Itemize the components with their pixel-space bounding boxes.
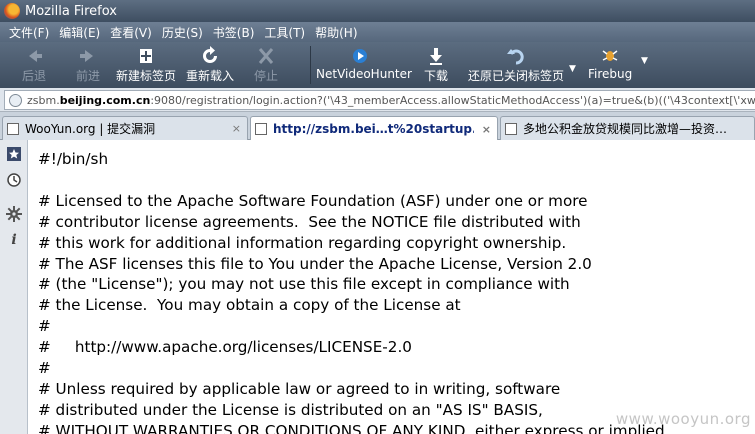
back-arrow-icon [23,46,45,66]
code-line: # (the "License"); you may not use this … [38,275,570,294]
menu-file[interactable]: 文件(F) [4,24,54,41]
netvideohunter-button[interactable]: NetVideoHunter [316,42,412,88]
page-content: #!/bin/sh # Licensed to the Apache Softw… [29,140,755,434]
download-button[interactable]: 下载 [418,42,454,88]
watermark: www.wooyun.org [615,410,751,428]
reload-icon [199,46,221,66]
tab-title: 多地公积金放贷规模同比激增—投资… [523,122,728,136]
history-icon[interactable] [6,172,22,188]
new-tab-icon [135,46,157,66]
restore-tab-label: 还原已关闭标签页 [467,69,564,83]
new-tab-button[interactable]: 新建标签页 [112,42,180,88]
site-identity-icon[interactable] [9,93,22,107]
url-domain: beijing.com.cn [59,93,151,107]
url-prefix: zsbm. [27,93,60,107]
code-line: # the License. You may obtain a copy of … [38,296,461,315]
download-label: 下载 [423,69,448,83]
forward-button[interactable]: 前进 [68,42,108,88]
menu-history[interactable]: 历史(S) [157,24,208,41]
code-line: # Licensed to the Apache Software Founda… [38,191,588,210]
firebug-label: Firebug [588,67,633,81]
tab-startup-sh[interactable]: http://zsbm.bei…t%20startup.sh × [250,116,498,141]
close-icon[interactable]: × [482,123,491,136]
bookmarks-icon[interactable] [6,146,22,162]
tab-news[interactable]: 多地公积金放贷规模同比激增—投资… [500,116,755,140]
tab-title: WooYun.org | 提交漏洞 [25,122,156,136]
stop-button[interactable]: 停止 [246,42,286,88]
menu-view[interactable]: 查看(V) [105,24,157,41]
firefox-logo-icon [4,3,20,19]
code-line: # [38,359,51,378]
script-text: #!/bin/sh # Licensed to the Apache Softw… [38,149,670,434]
download-icon [425,46,447,66]
back-label: 后退 [21,69,46,83]
firebug-dropdown-icon[interactable]: ▼ [641,56,648,66]
tab-bar: WooYun.org | 提交漏洞 × http://zsbm.bei…t%20… [0,112,755,141]
tab-title: http://zsbm.bei…t%20startup.sh [273,122,474,136]
stop-icon [255,46,277,66]
url-rest: :9080/registration/login.action?('\43_me… [150,93,755,107]
menu-bar: 文件(F) 编辑(E) 查看(V) 历史(S) 书签(B) 工具(T) 帮助(H… [0,22,755,42]
window-title: Mozilla Firefox [25,3,117,19]
page-favicon-icon [255,123,267,135]
tab-wooyun[interactable]: WooYun.org | 提交漏洞 × [2,116,248,140]
gear-icon[interactable] [6,206,22,222]
code-line: # The ASF licenses this file to You unde… [38,254,592,273]
code-line: # Unless required by applicable law or a… [38,379,561,398]
code-line: # distributed under the License is distr… [38,400,543,419]
forward-label: 前进 [75,69,100,83]
address-input[interactable]: zsbm. beijing.com.cn:9080/registration/lo… [4,90,755,110]
toolbar-separator [310,46,311,84]
code-line: # [38,317,51,336]
code-line: # http://www.apache.org/licenses/LICENSE… [38,338,412,357]
new-tab-label: 新建标签页 [115,69,176,83]
restore-tab-dropdown-icon[interactable]: ▼ [569,64,576,74]
info-icon[interactable]: i [6,232,22,248]
title-bar: Mozilla Firefox [0,0,755,22]
code-line: # contributor license agreements. See th… [38,212,581,231]
back-button[interactable]: 后退 [14,42,54,88]
reload-label: 重新载入 [185,69,234,83]
forward-arrow-icon [77,46,99,66]
page-favicon-icon [7,122,19,135]
menu-edit[interactable]: 编辑(E) [54,24,105,41]
page-favicon-icon [505,122,517,135]
reload-button[interactable]: 重新载入 [182,42,238,88]
code-line: # this work for additional information r… [38,233,567,252]
netvideohunter-label: NetVideoHunter [316,67,412,81]
sidebar: i [0,140,28,434]
menu-bookmarks[interactable]: 书签(B) [208,24,260,41]
stop-label: 停止 [253,69,278,83]
restore-tab-icon [505,46,527,66]
menu-help[interactable]: 帮助(H) [310,24,362,41]
firebug-button[interactable]: Firebug [588,42,632,88]
code-line: #!/bin/sh [38,150,109,168]
menu-tools[interactable]: 工具(T) [259,24,310,41]
url-bar: zsbm. beijing.com.cn:9080/registration/lo… [0,88,755,112]
navigation-toolbar: 后退 前进 新建标签页 重新载入 停止 NetVideoHunter 下载 还原… [0,42,755,88]
netvideohunter-icon [349,46,371,66]
firebug-icon [599,46,621,66]
restore-closed-tab-button[interactable]: 还原已关闭标签页 [464,42,568,88]
code-line: # WITHOUT WARRANTIES OR CONDITIONS OF AN… [38,421,670,434]
close-icon[interactable]: × [232,122,241,135]
